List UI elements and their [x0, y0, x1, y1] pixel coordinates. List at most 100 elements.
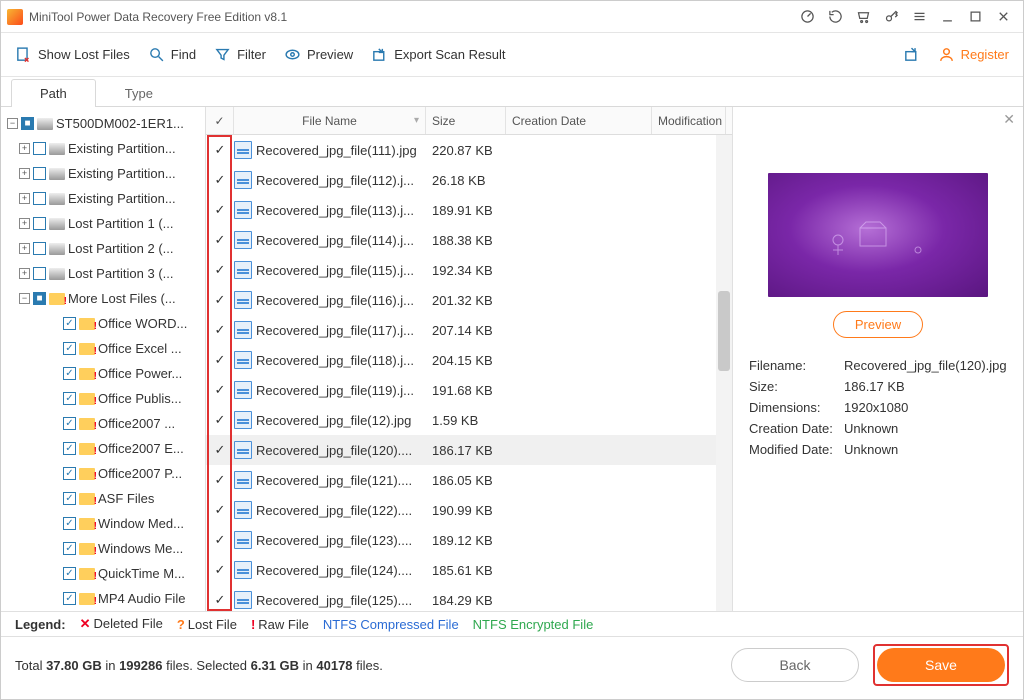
row-checkbox[interactable]: ✓: [215, 202, 226, 218]
close-preview-icon[interactable]: ✕: [1003, 111, 1015, 128]
tree-subitem[interactable]: ✓QuickTime M...: [1, 561, 205, 586]
row-checkbox[interactable]: ✓: [215, 142, 226, 158]
preview-open-button[interactable]: Preview: [833, 311, 923, 338]
row-checkbox[interactable]: ✓: [215, 592, 226, 608]
tree-subitem[interactable]: ✓MP4 Audio File: [1, 586, 205, 611]
sort-desc-icon: ▾: [414, 115, 419, 126]
filter-button[interactable]: Filter: [214, 46, 266, 63]
row-checkbox[interactable]: ✓: [215, 562, 226, 578]
row-checkbox[interactable]: ✓: [215, 472, 226, 488]
row-checkbox[interactable]: ✓: [215, 322, 226, 338]
row-checkbox[interactable]: ✓: [215, 442, 226, 458]
file-row[interactable]: ✓Recovered_jpg_file(123)....189.12 KB: [206, 525, 732, 555]
file-row[interactable]: ✓Recovered_jpg_file(114).j...188.38 KB: [206, 225, 732, 255]
file-name: Recovered_jpg_file(119).j...: [256, 383, 426, 398]
tree-item[interactable]: −■More Lost Files (...: [1, 286, 205, 311]
file-row[interactable]: ✓Recovered_jpg_file(116).j...201.32 KB: [206, 285, 732, 315]
window-title: MiniTool Power Data Recovery Free Editio…: [29, 10, 287, 24]
refresh-icon[interactable]: [821, 3, 849, 31]
file-name: Recovered_jpg_file(117).j...: [256, 323, 426, 338]
tree-item[interactable]: +✓Lost Partition 1 (...: [1, 211, 205, 236]
minimize-button[interactable]: [933, 3, 961, 31]
tree-item[interactable]: +✓Lost Partition 3 (...: [1, 261, 205, 286]
file-row[interactable]: ✓Recovered_jpg_file(118).j...204.15 KB: [206, 345, 732, 375]
export-button[interactable]: Export Scan Result: [371, 46, 505, 63]
tree-subitem[interactable]: ✓Windows Me...: [1, 536, 205, 561]
cart-icon[interactable]: [849, 3, 877, 31]
tree-subitem[interactable]: ✓Office WORD...: [1, 311, 205, 336]
row-checkbox[interactable]: ✓: [215, 232, 226, 248]
tree-subitem[interactable]: ✓Window Med...: [1, 511, 205, 536]
file-row[interactable]: ✓Recovered_jpg_file(124)....185.61 KB: [206, 555, 732, 585]
tree-item[interactable]: +✓Existing Partition...: [1, 186, 205, 211]
file-row[interactable]: ✓Recovered_jpg_file(12).jpg1.59 KB: [206, 405, 732, 435]
row-checkbox[interactable]: ✓: [215, 532, 226, 548]
jpg-file-icon: [234, 411, 252, 429]
jpg-file-icon: [234, 471, 252, 489]
file-row[interactable]: ✓Recovered_jpg_file(121)....186.05 KB: [206, 465, 732, 495]
register-button[interactable]: Register: [938, 46, 1009, 63]
key-icon[interactable]: [877, 3, 905, 31]
file-row[interactable]: ✓Recovered_jpg_file(115).j...192.34 KB: [206, 255, 732, 285]
file-row[interactable]: ✓Recovered_jpg_file(122)....190.99 KB: [206, 495, 732, 525]
save-button[interactable]: Save: [877, 648, 1005, 682]
preview-button[interactable]: Preview: [284, 46, 353, 63]
tree-item[interactable]: +✓Existing Partition...: [1, 136, 205, 161]
file-size: 201.32 KB: [426, 293, 506, 308]
file-size: 188.38 KB: [426, 233, 506, 248]
maximize-button[interactable]: [961, 3, 989, 31]
speed-icon[interactable]: [793, 3, 821, 31]
file-size: 184.29 KB: [426, 593, 506, 608]
tree-subitem[interactable]: ✓Office Publis...: [1, 386, 205, 411]
find-button[interactable]: Find: [148, 46, 196, 63]
tree-subitem[interactable]: ✓Office2007 ...: [1, 411, 205, 436]
file-row[interactable]: ✓Recovered_jpg_file(111).jpg220.87 KB: [206, 135, 732, 165]
file-row[interactable]: ✓Recovered_jpg_file(117).j...207.14 KB: [206, 315, 732, 345]
close-button[interactable]: [989, 3, 1017, 31]
file-row[interactable]: ✓Recovered_jpg_file(112).j...26.18 KB: [206, 165, 732, 195]
col-filename[interactable]: File Name▾: [234, 107, 426, 134]
legend-encrypted: NTFS Encrypted File: [473, 617, 594, 632]
select-all-checkbox[interactable]: ✓: [206, 107, 234, 134]
menu-icon[interactable]: [905, 3, 933, 31]
jpg-file-icon: [234, 261, 252, 279]
tree-subitem[interactable]: ✓Office2007 E...: [1, 436, 205, 461]
file-list: ✓ File Name▾ Size Creation Date Modifica…: [206, 107, 733, 611]
save-highlight: Save: [873, 644, 1009, 686]
row-checkbox[interactable]: ✓: [215, 292, 226, 308]
row-checkbox[interactable]: ✓: [215, 262, 226, 278]
jpg-file-icon: [234, 441, 252, 459]
row-checkbox[interactable]: ✓: [215, 412, 226, 428]
share-button[interactable]: [903, 46, 920, 63]
file-name: Recovered_jpg_file(124)....: [256, 563, 426, 578]
file-row[interactable]: ✓Recovered_jpg_file(113).j...189.91 KB: [206, 195, 732, 225]
file-name: Recovered_jpg_file(118).j...: [256, 353, 426, 368]
row-checkbox[interactable]: ✓: [215, 502, 226, 518]
jpg-file-icon: [234, 531, 252, 549]
tree-item[interactable]: +✓Lost Partition 2 (...: [1, 236, 205, 261]
tree-subitem[interactable]: ✓ASF Files: [1, 486, 205, 511]
file-row[interactable]: ✓Recovered_jpg_file(125)....184.29 KB: [206, 585, 732, 611]
file-row[interactable]: ✓Recovered_jpg_file(120)....186.17 KB: [206, 435, 732, 465]
col-modification[interactable]: Modification: [652, 107, 726, 134]
back-button[interactable]: Back: [731, 648, 859, 682]
show-lost-files-button[interactable]: Show Lost Files: [15, 46, 130, 63]
scrollbar[interactable]: [716, 135, 732, 611]
tree-subitem[interactable]: ✓Office Excel ...: [1, 336, 205, 361]
tree-root[interactable]: −■ST500DM002-1ER1...: [1, 111, 205, 136]
file-row[interactable]: ✓ Recovered_jpg_file(119).j...191.68 KB: [206, 375, 732, 405]
tree-subitem[interactable]: ✓Office2007 P...: [1, 461, 205, 486]
tree-item[interactable]: +✓Existing Partition...: [1, 161, 205, 186]
row-checkbox[interactable]: ✓: [215, 382, 226, 398]
file-name: Recovered_jpg_file(112).j...: [256, 173, 426, 188]
tab-path[interactable]: Path: [11, 79, 96, 107]
row-checkbox[interactable]: ✓: [215, 352, 226, 368]
file-size: 191.68 KB: [426, 383, 506, 398]
file-name: Recovered_jpg_file(121)....: [256, 473, 426, 488]
tree-panel: −■ST500DM002-1ER1... +✓Existing Partitio…: [1, 107, 206, 611]
col-size[interactable]: Size: [426, 107, 506, 134]
tree-subitem[interactable]: ✓Office Power...: [1, 361, 205, 386]
tab-type[interactable]: Type: [96, 79, 182, 107]
col-creation-date[interactable]: Creation Date: [506, 107, 652, 134]
row-checkbox[interactable]: ✓: [215, 172, 226, 188]
